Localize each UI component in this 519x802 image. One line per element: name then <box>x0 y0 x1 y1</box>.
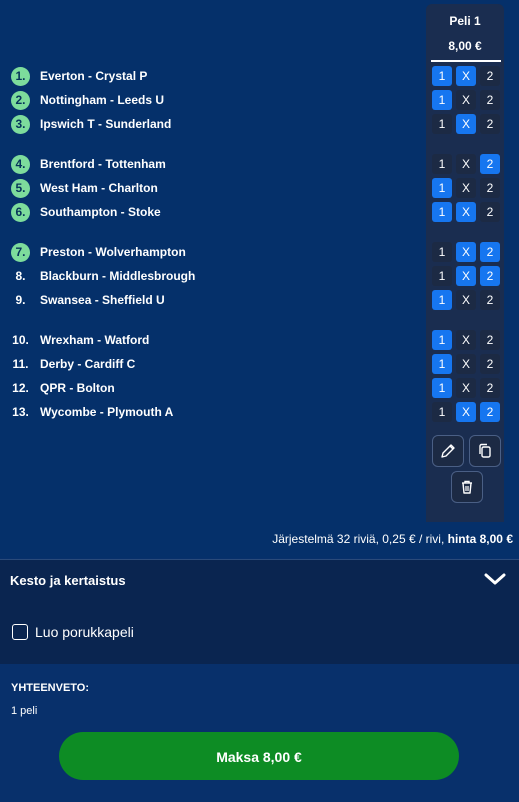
pick-x-button[interactable]: X <box>456 378 476 398</box>
pick-x-button[interactable]: X <box>456 242 476 262</box>
match-teams: Ipswich T - Sunderland <box>40 117 172 131</box>
pick-1-button[interactable]: 1 <box>432 178 452 198</box>
match-row: 4. Brentford - Tottenham <box>0 154 420 174</box>
match-number: 5. <box>11 179 30 198</box>
porukkapeli-section: Luo porukkapeli <box>0 604 519 664</box>
pick-1-button[interactable]: 1 <box>432 290 452 310</box>
match-teams: Swansea - Sheffield U <box>40 293 165 307</box>
match-row: 3. Ipswich T - Sunderland <box>0 114 420 134</box>
match-teams: West Ham - Charlton <box>40 181 158 195</box>
pick-2-button[interactable]: 2 <box>480 378 500 398</box>
match-teams: Wycombe - Plymouth A <box>40 405 174 419</box>
pick-x-button[interactable]: X <box>456 90 476 110</box>
summary-count: 1 peli <box>11 705 38 717</box>
pick-1-button[interactable]: 1 <box>432 330 452 350</box>
match-row: 2. Nottingham - Leeds U <box>0 90 420 110</box>
match-row: 6. Southampton - Stoke <box>0 202 420 222</box>
match-number: 3. <box>11 115 30 134</box>
match-number: 12. <box>12 381 29 395</box>
match-row: 10. Wrexham - Watford <box>0 330 420 350</box>
match-number: 6. <box>11 203 30 222</box>
coupon-title: Peli 1 <box>449 14 481 28</box>
pick-1-button[interactable]: 1 <box>432 266 452 286</box>
match-teams: Nottingham - Leeds U <box>40 93 165 107</box>
match-number: 9. <box>15 293 26 307</box>
match-number: 1. <box>11 67 30 86</box>
pick-2-button[interactable]: 2 <box>480 154 500 174</box>
pick-2-button[interactable]: 2 <box>480 202 500 222</box>
pick-x-button[interactable]: X <box>456 178 476 198</box>
coupon-divider <box>431 60 501 62</box>
match-row: 1. Everton - Crystal P <box>0 66 420 86</box>
chevron-down-icon[interactable] <box>484 572 506 586</box>
pay-button[interactable]: Maksa 8,00 € <box>59 732 459 780</box>
pick-x-button[interactable]: X <box>456 66 476 86</box>
pick-2-button[interactable]: 2 <box>480 114 500 134</box>
match-teams: Everton - Crystal P <box>40 69 148 83</box>
kesto-label: Kesto ja kertaistus <box>10 573 126 588</box>
match-row: 5. West Ham - Charlton <box>0 178 420 198</box>
match-teams: Southampton - Stoke <box>40 205 161 219</box>
match-number: 2. <box>11 91 30 110</box>
delete-button[interactable] <box>451 471 483 503</box>
pick-x-button[interactable]: X <box>456 154 476 174</box>
match-teams: Preston - Wolverhampton <box>40 245 186 259</box>
match-number: 8. <box>15 269 26 283</box>
pick-2-button[interactable]: 2 <box>480 178 500 198</box>
match-number: 7. <box>11 243 30 262</box>
match-number: 11. <box>12 357 29 371</box>
pick-2-button[interactable]: 2 <box>480 266 500 286</box>
pick-x-button[interactable]: X <box>456 202 476 222</box>
summary-title: YHTEENVETO: <box>11 682 90 694</box>
pick-2-button[interactable]: 2 <box>480 90 500 110</box>
pick-x-button[interactable]: X <box>456 402 476 422</box>
edit-button[interactable] <box>432 435 464 467</box>
coupon-price: 8,00 € <box>448 39 482 53</box>
pick-x-button[interactable]: X <box>456 354 476 374</box>
pick-2-button[interactable]: 2 <box>480 242 500 262</box>
match-row: 11. Derby - Cardiff C <box>0 354 420 374</box>
match-row: 9. Swansea - Sheffield U <box>0 290 420 310</box>
pick-1-button[interactable]: 1 <box>432 66 452 86</box>
pick-2-button[interactable]: 2 <box>480 290 500 310</box>
system-text: Järjestelmä 32 riviä, 0,25 € / rivi, <box>272 532 448 546</box>
pick-1-button[interactable]: 1 <box>432 242 452 262</box>
trash-icon <box>462 480 472 494</box>
match-number: 13. <box>12 405 29 419</box>
pick-2-button[interactable]: 2 <box>480 354 500 374</box>
match-row: 12. QPR - Bolton <box>0 378 420 398</box>
match-teams: Derby - Cardiff C <box>40 357 136 371</box>
pick-2-button[interactable]: 2 <box>480 66 500 86</box>
match-row: 8. Blackburn - Middlesbrough <box>0 266 420 286</box>
pick-1-button[interactable]: 1 <box>432 202 452 222</box>
pick-1-button[interactable]: 1 <box>432 114 452 134</box>
pick-2-button[interactable]: 2 <box>480 330 500 350</box>
pick-x-button[interactable]: X <box>456 114 476 134</box>
match-teams: Blackburn - Middlesbrough <box>40 269 196 283</box>
pick-x-button[interactable]: X <box>456 290 476 310</box>
copy-icon <box>479 443 491 458</box>
pick-1-button[interactable]: 1 <box>432 402 452 422</box>
pencil-icon <box>441 444 455 458</box>
match-row: 13. Wycombe - Plymouth A <box>0 402 420 422</box>
porukkapeli-checkbox[interactable] <box>12 624 28 640</box>
match-number: 10. <box>12 333 29 347</box>
match-teams: Brentford - Tottenham <box>40 157 166 171</box>
pick-1-button[interactable]: 1 <box>432 354 452 374</box>
pick-1-button[interactable]: 1 <box>432 90 452 110</box>
match-number: 4. <box>11 155 30 174</box>
kesto-section[interactable]: Kesto ja kertaistus <box>0 559 519 605</box>
pick-2-button[interactable]: 2 <box>480 402 500 422</box>
pick-1-button[interactable]: 1 <box>432 378 452 398</box>
match-teams: QPR - Bolton <box>40 381 115 395</box>
pick-x-button[interactable]: X <box>456 330 476 350</box>
system-summary: Järjestelmä 32 riviä, 0,25 € / rivi, hin… <box>0 522 519 558</box>
pick-x-button[interactable]: X <box>456 266 476 286</box>
pick-1-button[interactable]: 1 <box>432 154 452 174</box>
porukkapeli-label[interactable]: Luo porukkapeli <box>35 624 134 640</box>
match-teams: Wrexham - Watford <box>40 333 150 347</box>
match-row: 7. Preston - Wolverhampton <box>0 242 420 262</box>
copy-button[interactable] <box>469 435 501 467</box>
system-price: hinta 8,00 € <box>447 532 513 546</box>
